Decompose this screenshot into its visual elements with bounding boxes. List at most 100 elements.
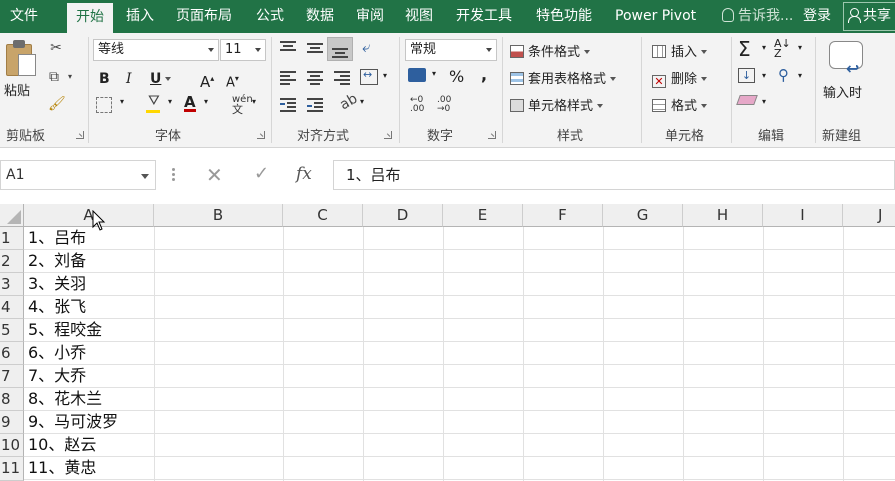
- column-header-d[interactable]: D: [363, 204, 443, 227]
- format-painter-icon[interactable]: 🖌: [48, 96, 66, 112]
- tab-power-pivot[interactable]: Power Pivot: [615, 0, 696, 33]
- conditional-format-button[interactable]: 条件格式: [510, 41, 590, 60]
- format-as-table-button[interactable]: 套用表格格式: [510, 68, 616, 87]
- insert-cells-button[interactable]: 插入: [652, 41, 707, 60]
- cell-a6[interactable]: 6、小乔: [28, 342, 86, 364]
- underline-button[interactable]: U: [150, 69, 171, 89]
- column-header-c[interactable]: C: [283, 204, 363, 227]
- paste-icon[interactable]: [6, 40, 36, 78]
- row-header-8[interactable]: 8: [0, 388, 24, 411]
- find-select-icon[interactable]: ⚲: [778, 66, 789, 84]
- insert-function-icon[interactable]: fx: [296, 164, 312, 184]
- clear-icon[interactable]: [736, 95, 758, 105]
- column-header-b[interactable]: B: [154, 204, 283, 227]
- row-header-4[interactable]: 4: [0, 296, 24, 319]
- drag-handle-icon[interactable]: [172, 168, 176, 182]
- row-header-1[interactable]: 1: [0, 227, 24, 250]
- column-header-i[interactable]: I: [763, 204, 843, 227]
- copy-dropdown-icon[interactable]: ▾: [62, 69, 78, 85]
- font-color-button[interactable]: A: [184, 93, 196, 112]
- align-bottom-button[interactable]: [327, 37, 353, 61]
- orientation-dropdown-icon[interactable]: ▾: [360, 97, 364, 106]
- merge-center-icon[interactable]: ↔: [360, 68, 378, 85]
- name-box[interactable]: A1: [0, 160, 156, 190]
- align-top-icon[interactable]: [280, 41, 296, 55]
- cell-a1[interactable]: 1、吕布: [28, 227, 86, 249]
- borders-dropdown-icon[interactable]: ▾: [120, 97, 124, 106]
- column-header-a[interactable]: A: [24, 204, 154, 227]
- cell-a7[interactable]: 7、大乔: [28, 365, 86, 387]
- number-format-select[interactable]: 常规: [405, 39, 497, 61]
- row-header-10[interactable]: 10: [0, 434, 24, 457]
- column-header-g[interactable]: G: [603, 204, 683, 227]
- cell-a5[interactable]: 5、程咬金: [28, 319, 102, 341]
- font-launcher-icon[interactable]: [257, 131, 265, 139]
- formula-input[interactable]: 1、吕布: [333, 160, 895, 190]
- cell-styles-button[interactable]: 单元格样式: [510, 95, 603, 114]
- sort-filter-icon[interactable]: A↓ Z: [774, 38, 791, 59]
- merge-dropdown-icon[interactable]: ▾: [383, 71, 387, 80]
- select-all-button[interactable]: [0, 204, 24, 227]
- align-left-icon[interactable]: [280, 71, 296, 85]
- clipboard-launcher-icon[interactable]: [76, 131, 84, 139]
- row-header-9[interactable]: 9: [0, 411, 24, 434]
- tab-formulas[interactable]: 公式: [256, 0, 284, 33]
- cell-a9[interactable]: 9、马可波罗: [28, 411, 118, 433]
- increase-indent-icon[interactable]: [307, 98, 323, 112]
- row-header-5[interactable]: 5: [0, 319, 24, 342]
- format-cells-button[interactable]: 格式: [652, 95, 707, 114]
- cut-icon[interactable]: ✂: [48, 40, 64, 56]
- wrap-text-icon[interactable]: ⤶: [362, 38, 370, 56]
- cell-a3[interactable]: 3、关羽: [28, 273, 86, 295]
- cancel-icon[interactable]: ✕: [206, 163, 223, 187]
- increase-decimal-icon[interactable]: ←0.00: [410, 96, 424, 114]
- orientation-icon[interactable]: ab: [337, 91, 360, 114]
- number-launcher-icon[interactable]: [488, 131, 496, 139]
- grow-font-button[interactable]: A▴: [200, 69, 214, 91]
- cell-a11[interactable]: 11、黄忠: [28, 457, 96, 479]
- font-color-dropdown-icon[interactable]: ▾: [204, 97, 208, 106]
- input-time-button[interactable]: 输入时: [823, 82, 862, 101]
- font-size-select[interactable]: 11: [220, 39, 266, 61]
- decrease-indent-icon[interactable]: [280, 98, 296, 112]
- copy-icon[interactable]: ⧉: [46, 69, 62, 85]
- currency-dropdown-icon[interactable]: ▾: [432, 69, 436, 78]
- align-center-icon[interactable]: [307, 71, 323, 85]
- tab-special-features[interactable]: 特色功能: [536, 0, 592, 33]
- font-name-select[interactable]: 等线: [93, 39, 219, 61]
- tab-review[interactable]: 审阅: [356, 0, 384, 33]
- paste-button[interactable]: 粘贴: [4, 80, 30, 99]
- shrink-font-button[interactable]: A▾: [226, 69, 239, 90]
- fill-color-icon[interactable]: ⛛: [146, 93, 166, 115]
- column-header-e[interactable]: E: [443, 204, 523, 227]
- cell-a10[interactable]: 10、赵云: [28, 434, 96, 456]
- cell-a2[interactable]: 2、刘备: [28, 250, 86, 272]
- decrease-decimal-icon[interactable]: .00 →0: [437, 96, 451, 114]
- currency-icon[interactable]: [408, 68, 426, 82]
- fill-dropdown-icon[interactable]: ▾: [762, 71, 766, 80]
- row-header-6[interactable]: 6: [0, 342, 24, 365]
- fill-icon[interactable]: ↓: [738, 68, 755, 83]
- tab-view[interactable]: 视图: [405, 0, 433, 33]
- autosum-button[interactable]: Σ: [738, 37, 751, 61]
- tab-home[interactable]: 开始: [67, 3, 113, 33]
- row-header-3[interactable]: 3: [0, 273, 24, 296]
- align-right-icon[interactable]: [334, 71, 350, 85]
- cell-a4[interactable]: 4、张飞: [28, 296, 86, 318]
- enter-icon[interactable]: ✓: [254, 163, 269, 184]
- bold-button[interactable]: B: [99, 69, 110, 89]
- cell-a8[interactable]: 8、花木兰: [28, 388, 102, 410]
- italic-button[interactable]: I: [126, 69, 132, 89]
- autosum-dropdown-icon[interactable]: ▾: [762, 43, 766, 52]
- percent-button[interactable]: %: [449, 67, 464, 86]
- tab-page-layout[interactable]: 页面布局: [176, 0, 232, 33]
- find-select-dropdown-icon[interactable]: ▾: [798, 71, 802, 80]
- tell-me-search[interactable]: 告诉我...: [722, 0, 793, 33]
- column-header-j[interactable]: J: [843, 204, 895, 227]
- clear-dropdown-icon[interactable]: ▾: [762, 97, 766, 106]
- row-header-7[interactable]: 7: [0, 365, 24, 388]
- tab-file[interactable]: 文件: [10, 0, 38, 33]
- fill-color-dropdown-icon[interactable]: ▾: [168, 97, 172, 106]
- row-header-11[interactable]: 11: [0, 457, 24, 481]
- tab-data[interactable]: 数据: [306, 0, 334, 33]
